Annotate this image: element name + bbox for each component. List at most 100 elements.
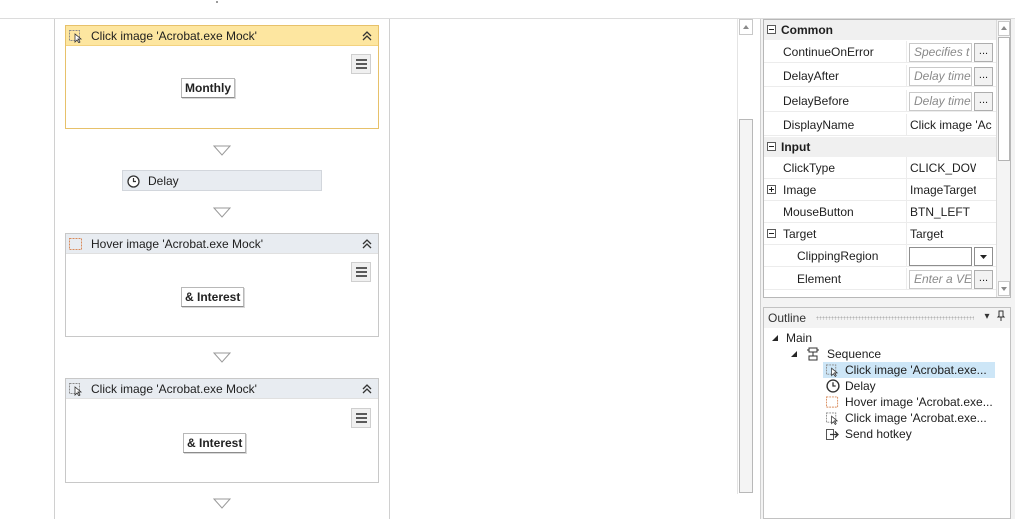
click-image-activity[interactable]: Click image 'Acrobat.exe Mock' & Interes… (65, 378, 379, 483)
clicktype-value[interactable]: CLICK_DOW (910, 161, 976, 175)
property-row-clicktype[interactable]: ClickType CLICK_DOW (764, 157, 996, 179)
scroll-thumb[interactable] (998, 37, 1010, 161)
sequence-border-right (389, 19, 390, 519)
click-image-icon (826, 364, 839, 377)
tree-item-sequence[interactable]: Sequence (789, 346, 909, 362)
right-panel: Common ContinueOnError Specifies t ... D… (760, 19, 1015, 519)
continueonerror-input[interactable]: Specifies t (909, 43, 972, 62)
tree-item-hover-image[interactable]: Hover image 'Acrobat.exe... (823, 394, 995, 410)
flow-arrow-icon (213, 207, 231, 218)
property-row-mousebutton[interactable]: MouseButton BTN_LEFT (764, 201, 996, 223)
tree-item-click-image-1[interactable]: Click image 'Acrobat.exe... (823, 362, 995, 378)
property-row-element: Element Enter a VE ... (764, 268, 996, 290)
property-name: DelayBefore (783, 94, 850, 108)
property-row-image[interactable]: Image ImageTarget (764, 179, 996, 201)
collapse-icon[interactable] (360, 382, 374, 396)
dropdown-button[interactable] (974, 247, 993, 266)
scroll-thumb[interactable] (739, 119, 753, 493)
flow-arrow-icon (213, 145, 231, 156)
property-row-displayname[interactable]: DisplayName Click image 'Ac (764, 114, 996, 136)
delayafter-input[interactable]: Delay time (909, 67, 972, 86)
sequence-border-left (54, 19, 55, 519)
hover-image-activity[interactable]: Hover image 'Acrobat.exe Mock' & Interes… (65, 233, 379, 337)
tree-item-delay[interactable]: Delay (823, 378, 923, 394)
tree-item-label: Click image 'Acrobat.exe... (845, 411, 987, 425)
image-value[interactable]: ImageTarget (910, 183, 976, 197)
activity-title: Click image 'Acrobat.exe Mock' (91, 29, 257, 43)
ellipsis-button[interactable]: ... (974, 43, 993, 62)
tree-item-click-image-2[interactable]: Click image 'Acrobat.exe... (823, 410, 995, 426)
collapse-icon[interactable] (360, 237, 374, 251)
property-row-delayafter: DelayAfter Delay time ... (764, 65, 996, 87)
delaybefore-input[interactable]: Delay time (909, 92, 972, 111)
element-input[interactable]: Enter a VE (909, 270, 972, 289)
hover-image-icon (69, 238, 82, 250)
collapse-icon[interactable] (767, 25, 776, 34)
category-input[interactable]: Input (764, 137, 996, 157)
ellipsis-button[interactable]: ... (974, 270, 993, 289)
category-label: Common (781, 23, 833, 37)
property-row-target[interactable]: Target Target (764, 223, 996, 245)
mousebutton-value[interactable]: BTN_LEFT (910, 205, 976, 219)
scroll-up-icon (743, 25, 749, 29)
outline-panel: Outline ▾ Main Sequence Click image 'Acr… (763, 307, 1011, 519)
target-value[interactable]: Target (910, 227, 976, 241)
property-name: ContinueOnError (783, 45, 874, 59)
property-name: DelayAfter (783, 69, 840, 83)
clock-icon (127, 175, 140, 188)
flow-arrow-icon (213, 498, 231, 509)
dropdown-icon[interactable]: ▾ (980, 310, 994, 324)
tree-item-main[interactable]: Main (770, 330, 860, 346)
tree-item-label: Send hotkey (845, 427, 912, 441)
displayname-value[interactable]: Click image 'Ac (910, 118, 994, 132)
click-image-icon (69, 30, 83, 43)
scroll-up-button[interactable] (739, 19, 753, 35)
category-label: Input (781, 140, 811, 154)
property-name: DisplayName (783, 118, 855, 132)
hover-image-icon (826, 396, 839, 408)
ellipsis-button[interactable]: ... (974, 92, 993, 111)
activity-menu-button[interactable] (351, 262, 371, 282)
activity-title: Hover image 'Acrobat.exe Mock' (91, 237, 263, 251)
pin-icon[interactable] (994, 310, 1008, 324)
drag-grip[interactable] (816, 316, 974, 320)
ellipsis-button[interactable]: ... (974, 67, 993, 86)
expand-icon[interactable] (767, 185, 776, 194)
collapse-icon[interactable] (767, 142, 776, 151)
target-image-preview[interactable]: & Interest (181, 287, 245, 307)
tree-item-label: Main (786, 331, 813, 345)
clippingregion-combo[interactable] (909, 247, 972, 266)
property-row-clippingregion: ClippingRegion (764, 245, 996, 267)
click-image-activity[interactable]: Click image 'Acrobat.exe Mock' Monthly (65, 25, 379, 129)
chevron-down-icon (980, 255, 987, 259)
collapse-icon[interactable] (767, 229, 776, 238)
activity-menu-button[interactable] (351, 54, 371, 74)
property-name: MouseButton (783, 205, 854, 219)
activity-title: Click image 'Acrobat.exe Mock' (91, 382, 257, 396)
property-row-continueonerror: ContinueOnError Specifies t ... (764, 41, 996, 63)
sequence-icon (807, 347, 819, 361)
top-marker (216, 1, 218, 3)
properties-scrollbar[interactable] (996, 20, 1010, 297)
delay-label: Delay (148, 174, 179, 188)
scroll-down-button[interactable] (998, 281, 1010, 296)
activity-header[interactable]: Click image 'Acrobat.exe Mock' (66, 379, 378, 399)
activity-header[interactable]: Hover image 'Acrobat.exe Mock' (66, 234, 378, 254)
activity-header[interactable]: Click image 'Acrobat.exe Mock' (66, 26, 378, 46)
send-hotkey-icon (826, 429, 839, 440)
target-image-preview[interactable]: Monthly (181, 78, 235, 98)
outline-header: Outline ▾ (764, 308, 1010, 328)
tree-item-send-hotkey[interactable]: Send hotkey (823, 426, 943, 442)
tree-item-label: Click image 'Acrobat.exe... (845, 363, 987, 377)
category-common[interactable]: Common (764, 20, 996, 40)
collapse-icon[interactable] (360, 29, 374, 43)
scroll-up-button[interactable] (998, 21, 1010, 36)
delay-activity[interactable]: Delay (122, 170, 322, 191)
target-image-preview[interactable]: & Interest (183, 433, 247, 453)
properties-grid: Common ContinueOnError Specifies t ... D… (763, 19, 1011, 298)
activity-menu-button[interactable] (351, 408, 371, 428)
designer-scrollbar[interactable] (737, 19, 753, 494)
scroll-down-icon (1001, 287, 1007, 291)
property-name: ClippingRegion (797, 249, 879, 263)
tree-item-label: Delay (845, 379, 876, 393)
